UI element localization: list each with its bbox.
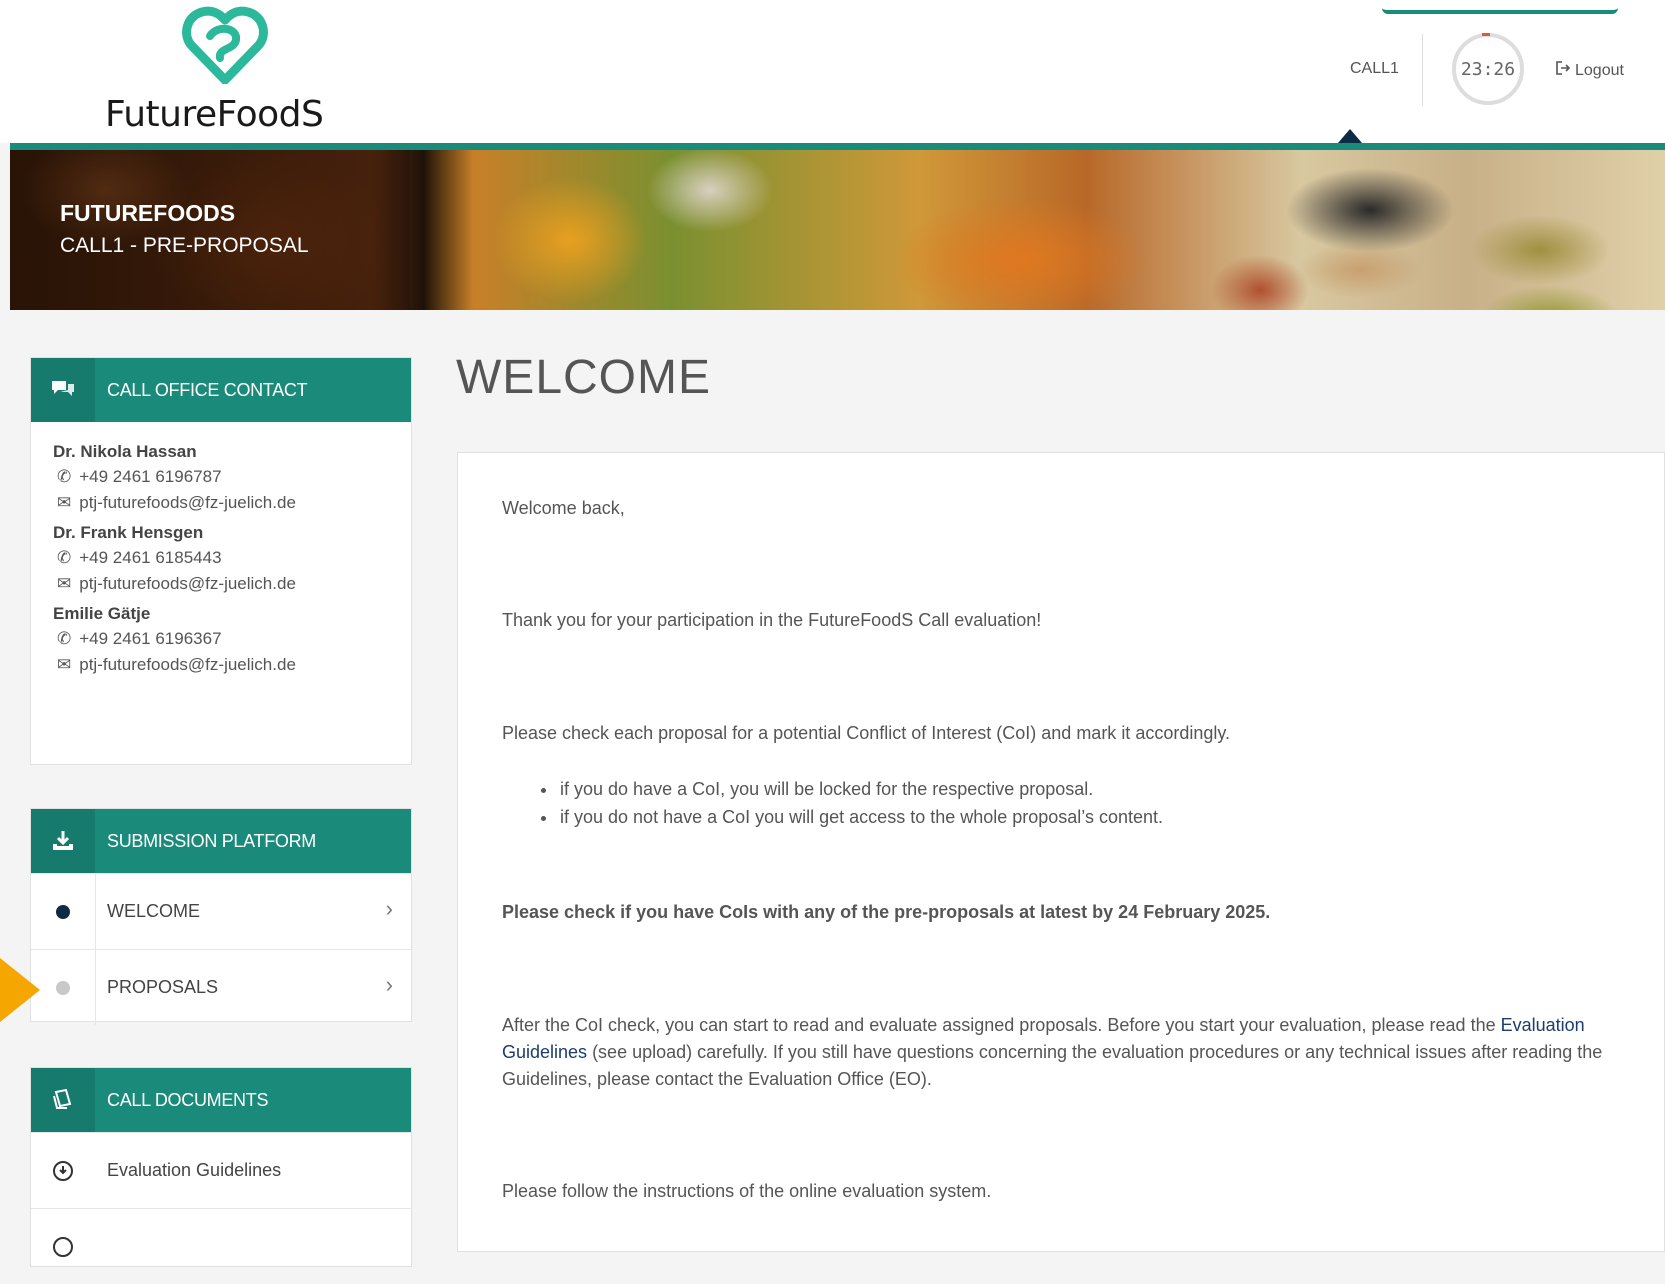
banner-shade: [10, 150, 410, 310]
session-timer: 23:26: [1452, 33, 1524, 105]
deadline-text: Please check if you have CoIs with any o…: [502, 902, 1271, 922]
sidebar-item-label: PROPOSALS: [107, 977, 219, 997]
contact-card: Dr. Frank Hensgen ✆ +49 2461 6185443 ✉ ptj…: [53, 523, 389, 594]
status-dot: [56, 904, 70, 919]
coi-intro-text: Please check each proposal for a potenti…: [502, 723, 1231, 743]
mail-icon: ✉: [57, 655, 72, 674]
sidebar-item-welcome[interactable]: WELCOME ›: [31, 873, 411, 949]
contact-email[interactable]: ✉ ptj-futurefoods@fz-juelich.de: [57, 574, 389, 594]
document-label: Evaluation Guidelines: [107, 1160, 282, 1180]
contact-phone[interactable]: ✆ +49 2461 6196367: [57, 629, 389, 649]
status-dot-cell: [31, 874, 96, 949]
after-check-part-2: (see upload) carefully. If you still hav…: [502, 1042, 1603, 1089]
phone-icon: ✆: [57, 629, 72, 648]
phone-icon: ✆: [57, 467, 72, 486]
contact-card: Emilie Gätje ✆ +49 2461 6196367 ✉ ptj-futu…: [53, 604, 389, 675]
call-documents-panel: CALL DOCUMENTS Evaluation Guidelines: [30, 1067, 412, 1267]
contact-email[interactable]: ✉ ptj-futurefoods@fz-juelich.de: [57, 493, 389, 513]
header: FutureFoodS CALL1 23:26 Logout: [0, 0, 1665, 143]
download-circle-icon: [31, 1133, 95, 1208]
sidebar-item-label: WELCOME: [107, 901, 201, 921]
coi-bullet-list: if you do have a CoI, you will be locked…: [502, 775, 1163, 831]
futurefoods-logo-icon: [182, 6, 268, 84]
panel-title: CALL DOCUMENTS: [107, 1090, 269, 1110]
chevron-right-icon: ›: [385, 972, 393, 997]
document-evaluation-guidelines[interactable]: Evaluation Guidelines: [31, 1132, 411, 1208]
nav-call1[interactable]: CALL1: [1350, 60, 1399, 78]
phone-number: +49 2461 6196787: [79, 467, 222, 486]
contact-email[interactable]: ✉ ptj-futurefoods@fz-juelich.de: [57, 655, 389, 675]
submission-platform-panel: SUBMISSION PLATFORM WELCOME › PROPOSALS …: [30, 808, 412, 1025]
list-item: if you do not have a CoI you will get ac…: [558, 803, 1163, 831]
greeting-text: Welcome back,: [502, 498, 625, 518]
panel-header: CALL OFFICE CONTACT: [31, 358, 411, 422]
email-address: ptj-futurefoods@fz-juelich.de: [79, 574, 296, 593]
contact-phone[interactable]: ✆ +49 2461 6196787: [57, 467, 389, 487]
panel-header: CALL DOCUMENTS: [31, 1068, 411, 1132]
phone-number: +49 2461 6196367: [79, 629, 222, 648]
banner-subtitle: CALL1 - PRE-PROPOSAL: [60, 234, 309, 257]
top-accent-bar: [1382, 0, 1618, 14]
logout-icon: [1555, 60, 1571, 81]
document-item-partial[interactable]: [31, 1208, 411, 1284]
email-address: ptj-futurefoods@fz-juelich.de: [79, 493, 296, 512]
nav-divider: [1422, 34, 1423, 106]
mail-icon: ✉: [57, 574, 72, 593]
header-divider: [10, 143, 1665, 150]
mail-icon: ✉: [57, 493, 72, 512]
after-check-part-1: After the CoI check, you can start to re…: [502, 1015, 1496, 1035]
panel-header: SUBMISSION PLATFORM: [31, 809, 411, 873]
phone-number: +49 2461 6185443: [79, 548, 222, 567]
banner-image: FUTUREFOODS CALL1 - PRE-PROPOSAL: [10, 150, 1665, 310]
brand-name: FutureFoodS: [105, 94, 324, 135]
status-dot-cell: [31, 950, 96, 1025]
welcome-content-card: Welcome back, Thank you for your partici…: [457, 452, 1665, 1252]
document-icon: [31, 1068, 95, 1132]
after-check-text: After the CoI check, you can start to re…: [502, 1012, 1622, 1093]
brand-logo[interactable]: FutureFoodS: [105, 6, 345, 136]
phone-icon: ✆: [57, 548, 72, 567]
contact-name: Emilie Gätje: [53, 604, 151, 623]
highlight-arrow-icon: [0, 958, 40, 1022]
email-address: ptj-futurefoods@fz-juelich.de: [79, 655, 296, 674]
download-tray-icon: [31, 809, 95, 873]
follow-instructions-text: Please follow the instructions of the on…: [502, 1181, 992, 1201]
status-dot: [56, 980, 70, 995]
active-nav-caret: [1338, 129, 1362, 143]
chevron-right-icon: ›: [385, 896, 393, 921]
sidebar-item-proposals[interactable]: PROPOSALS ›: [31, 949, 411, 1025]
logout-label: Logout: [1575, 61, 1624, 79]
download-circle-icon: [31, 1209, 95, 1284]
panel-title: CALL OFFICE CONTACT: [107, 380, 308, 400]
timer-progress-mark: [1482, 33, 1490, 36]
list-item: if you do have a CoI, you will be locked…: [558, 775, 1163, 803]
chat-icon: [31, 358, 95, 422]
contact-card: Dr. Nikola Hassan ✆ +49 2461 6196787 ✉ ptj…: [53, 442, 389, 513]
contact-name: Dr. Nikola Hassan: [53, 442, 197, 461]
thanks-text: Thank you for your participation in the …: [502, 610, 1042, 630]
banner-title: FUTUREFOODS: [60, 200, 236, 226]
page-title: WELCOME: [456, 351, 712, 404]
contact-phone[interactable]: ✆ +49 2461 6185443: [57, 548, 389, 568]
panel-title: SUBMISSION PLATFORM: [107, 831, 316, 851]
logout-link[interactable]: Logout: [1555, 60, 1624, 81]
contact-list: Dr. Nikola Hassan ✆ +49 2461 6196787 ✉ ptj…: [31, 422, 411, 699]
contact-name: Dr. Frank Hensgen: [53, 523, 204, 542]
call-office-contact-panel: CALL OFFICE CONTACT Dr. Nikola Hassan ✆ +…: [30, 357, 412, 765]
